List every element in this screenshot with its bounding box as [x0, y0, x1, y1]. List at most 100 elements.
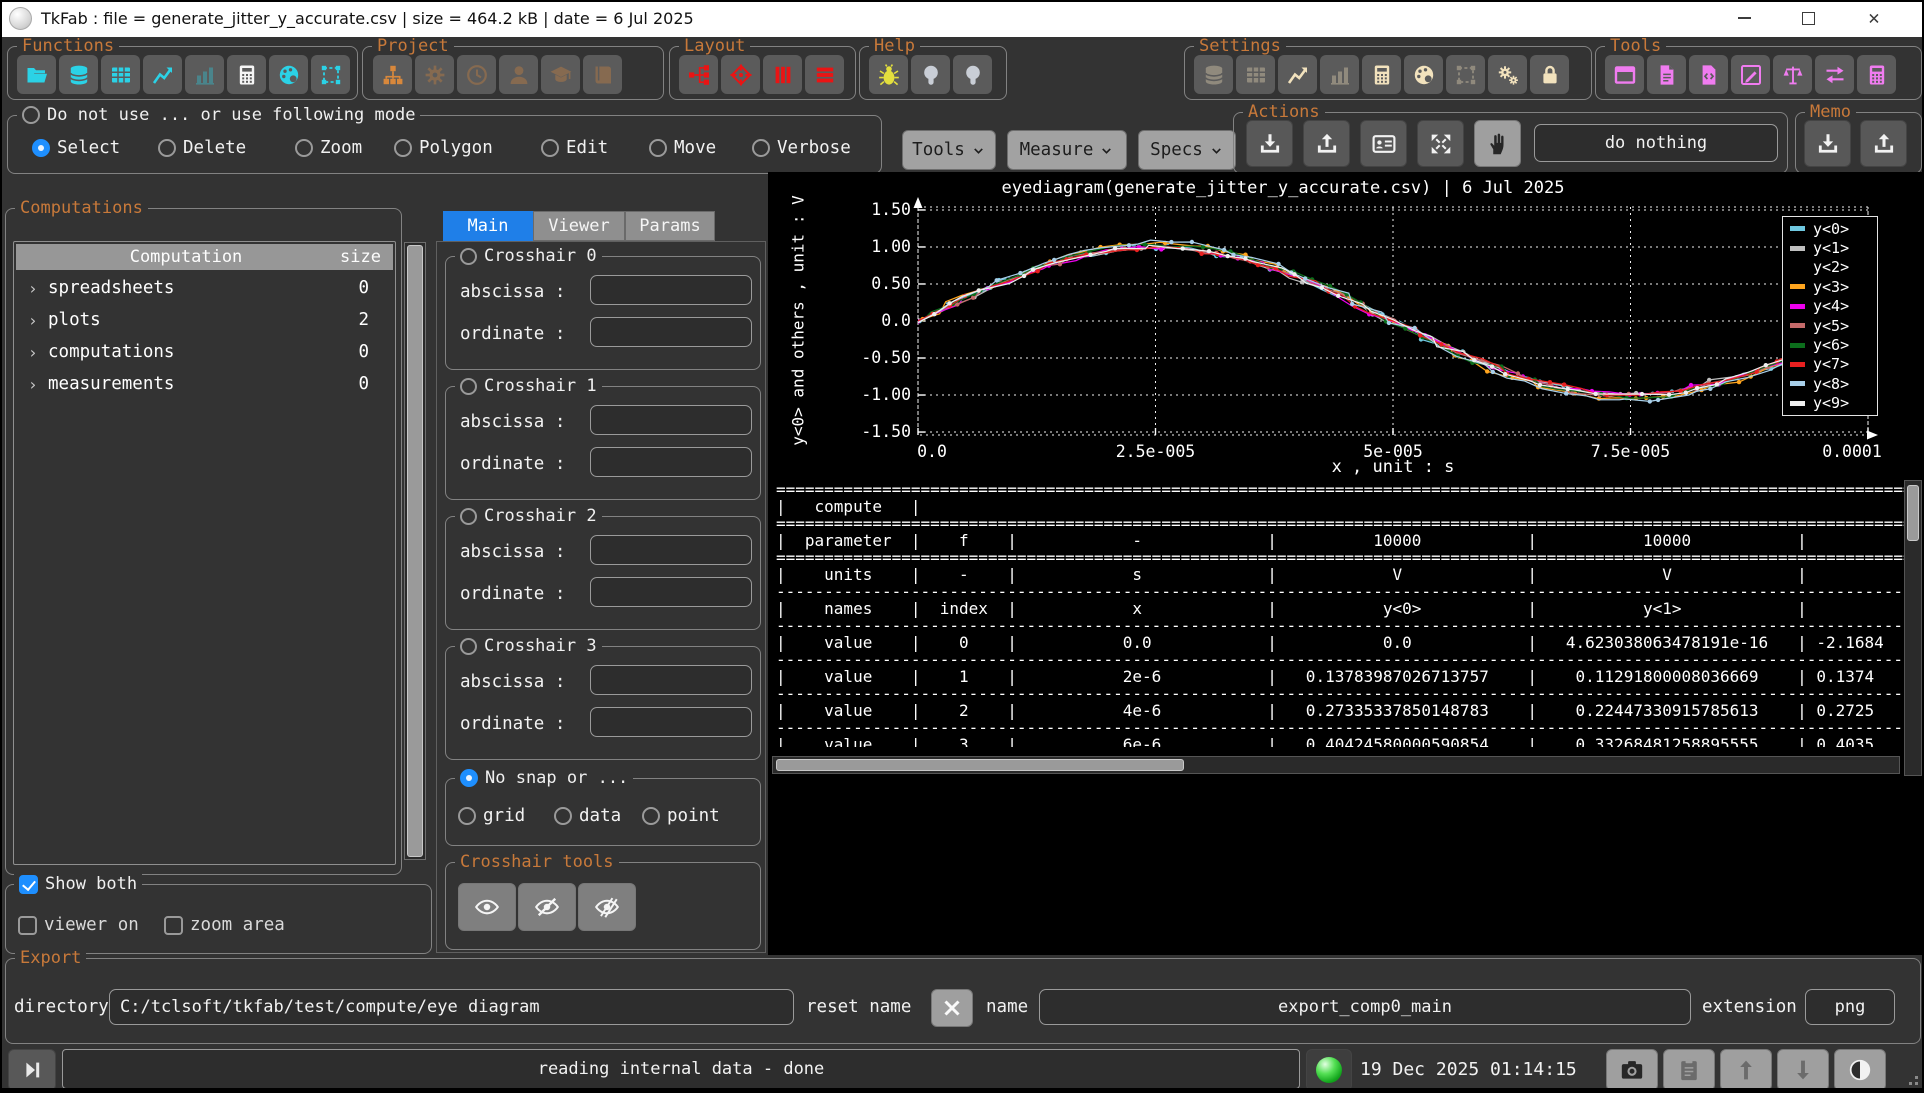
table-v-scrollbar[interactable] — [1904, 480, 1922, 776]
folder-open-button[interactable] — [17, 55, 56, 94]
resize-grip[interactable] — [1904, 1071, 1918, 1085]
eye-off-button[interactable] — [518, 883, 576, 931]
bug-button[interactable] — [869, 55, 908, 94]
export-directory-input[interactable] — [109, 989, 794, 1025]
status-led-button[interactable] — [1306, 1049, 1352, 1091]
import-button[interactable] — [1246, 120, 1293, 167]
table-h-scrollbar-thumb[interactable] — [776, 759, 1184, 771]
camera-button[interactable] — [1606, 1049, 1658, 1091]
tab-main[interactable]: Main — [443, 211, 533, 241]
memo-import-button[interactable] — [1804, 120, 1851, 167]
gears-button[interactable] — [1488, 55, 1527, 94]
bar-chart-button[interactable] — [1320, 55, 1359, 94]
swap-button[interactable] — [1815, 55, 1854, 94]
menu-button-measure[interactable]: Measure — [1007, 130, 1127, 170]
tree-item-plots[interactable]: ›plots2 — [14, 310, 395, 330]
arrow-down-button[interactable] — [1777, 1049, 1829, 1091]
run-button[interactable] — [8, 1049, 56, 1091]
checkbox-zoom-area[interactable]: zoom area — [164, 909, 285, 941]
crosshair-1-radio[interactable] — [460, 378, 477, 395]
pencil-button[interactable] — [1731, 55, 1770, 94]
export-up-button[interactable] — [1303, 120, 1350, 167]
computations-header[interactable]: Computationsize — [16, 244, 393, 270]
tree-item-spreadsheets[interactable]: ›spreadsheets0 — [14, 278, 395, 298]
window-button[interactable] — [1605, 55, 1644, 94]
tree-item-measurements[interactable]: ›measurements0 — [14, 374, 395, 394]
menu-button-tools[interactable]: Tools — [902, 130, 996, 170]
document-button[interactable] — [1647, 55, 1686, 94]
grad-cap-button[interactable] — [541, 55, 580, 94]
export-extension-input[interactable] — [1805, 989, 1895, 1025]
maximize-button[interactable] — [1786, 0, 1830, 36]
close-button[interactable]: ✕ — [1852, 0, 1896, 36]
crosshair-1-ordinate-input[interactable] — [590, 447, 752, 477]
clipboard-button[interactable] — [1663, 1049, 1715, 1091]
mode-option-delete[interactable]: Delete — [158, 132, 246, 164]
scales-button[interactable] — [1773, 55, 1812, 94]
book-button[interactable] — [583, 55, 622, 94]
menu-button-specs[interactable]: Specs — [1138, 130, 1236, 170]
select-frame-button[interactable] — [311, 55, 350, 94]
calculator-button[interactable] — [227, 55, 266, 94]
actions-memo-entry[interactable] — [1534, 124, 1778, 162]
crosshair-0-radio[interactable] — [460, 248, 477, 265]
crosshair-3-abscissa-input[interactable] — [590, 665, 752, 695]
target-button[interactable] — [721, 55, 760, 94]
table-grid-button[interactable] — [101, 55, 140, 94]
toggle-button[interactable] — [1834, 1049, 1886, 1091]
snap-option-grid[interactable]: grid — [458, 801, 525, 831]
crosshair-0-abscissa-input[interactable] — [590, 275, 752, 305]
select-frame-button[interactable] — [1446, 55, 1485, 94]
branch-button[interactable] — [679, 55, 718, 94]
memo-export-up-button[interactable] — [1860, 120, 1907, 167]
crosshair-2-radio[interactable] — [460, 508, 477, 525]
hand-button[interactable] — [1474, 120, 1521, 167]
tree-item-computations[interactable]: ›computations0 — [14, 342, 395, 362]
database-button[interactable] — [1194, 55, 1233, 94]
expander-icon[interactable]: › — [28, 279, 48, 298]
horizontal-b-button[interactable] — [805, 55, 844, 94]
mode-option-polygon[interactable]: Polygon — [394, 132, 493, 164]
person-button[interactable] — [499, 55, 538, 94]
hierarchy-button[interactable] — [373, 55, 412, 94]
tab-viewer[interactable]: Viewer — [533, 211, 625, 241]
eye-hatch-button[interactable] — [578, 883, 636, 931]
arrow-up-button[interactable] — [1720, 1049, 1772, 1091]
calculator-button[interactable] — [1857, 55, 1896, 94]
show-both-checkbox[interactable] — [19, 875, 38, 894]
crosshair-2-ordinate-input[interactable] — [590, 577, 752, 607]
vertical-bars-button[interactable] — [763, 55, 802, 94]
reset-name-button[interactable] — [931, 989, 973, 1027]
doc-code-button[interactable] — [1689, 55, 1728, 94]
table-grid-button[interactable] — [1236, 55, 1275, 94]
crosshair-3-radio[interactable] — [460, 638, 477, 655]
snap-option-point[interactable]: point — [642, 801, 720, 831]
line-chart-button[interactable] — [143, 55, 182, 94]
bar-chart-button[interactable] — [185, 55, 224, 94]
bulb-button[interactable] — [911, 55, 950, 94]
tab-params[interactable]: Params — [625, 211, 715, 241]
clock-button[interactable] — [457, 55, 496, 94]
expander-icon[interactable]: › — [28, 343, 48, 362]
table-v-scrollbar-thumb[interactable] — [1907, 485, 1919, 541]
crosshair-3-ordinate-input[interactable] — [590, 707, 752, 737]
calculator-button[interactable] — [1362, 55, 1401, 94]
computations-scrollbar[interactable] — [404, 242, 426, 860]
line-chart-button[interactable] — [1278, 55, 1317, 94]
checkbox-viewer-on[interactable]: viewer on — [18, 909, 139, 941]
computations-list[interactable]: Computationsize ›spreadsheets0 ›plots2 ›com… — [13, 241, 396, 865]
export-name-input[interactable] — [1039, 989, 1691, 1025]
crosshair-0-ordinate-input[interactable] — [590, 317, 752, 347]
mode-option-move[interactable]: Move — [649, 132, 716, 164]
minimize-button[interactable] — [1722, 0, 1766, 36]
mode-option-verbose[interactable]: Verbose — [752, 132, 851, 164]
palette-button[interactable] — [1404, 55, 1443, 94]
expand-button[interactable] — [1417, 120, 1464, 167]
snap-option-data[interactable]: data — [554, 801, 621, 831]
expander-icon[interactable]: › — [28, 311, 48, 330]
lock-button[interactable] — [1530, 55, 1569, 94]
mode-option-zoom[interactable]: Zoom — [295, 132, 362, 164]
id-card-button[interactable] — [1360, 120, 1407, 167]
gear-button[interactable] — [415, 55, 454, 94]
expander-icon[interactable]: › — [28, 375, 48, 394]
